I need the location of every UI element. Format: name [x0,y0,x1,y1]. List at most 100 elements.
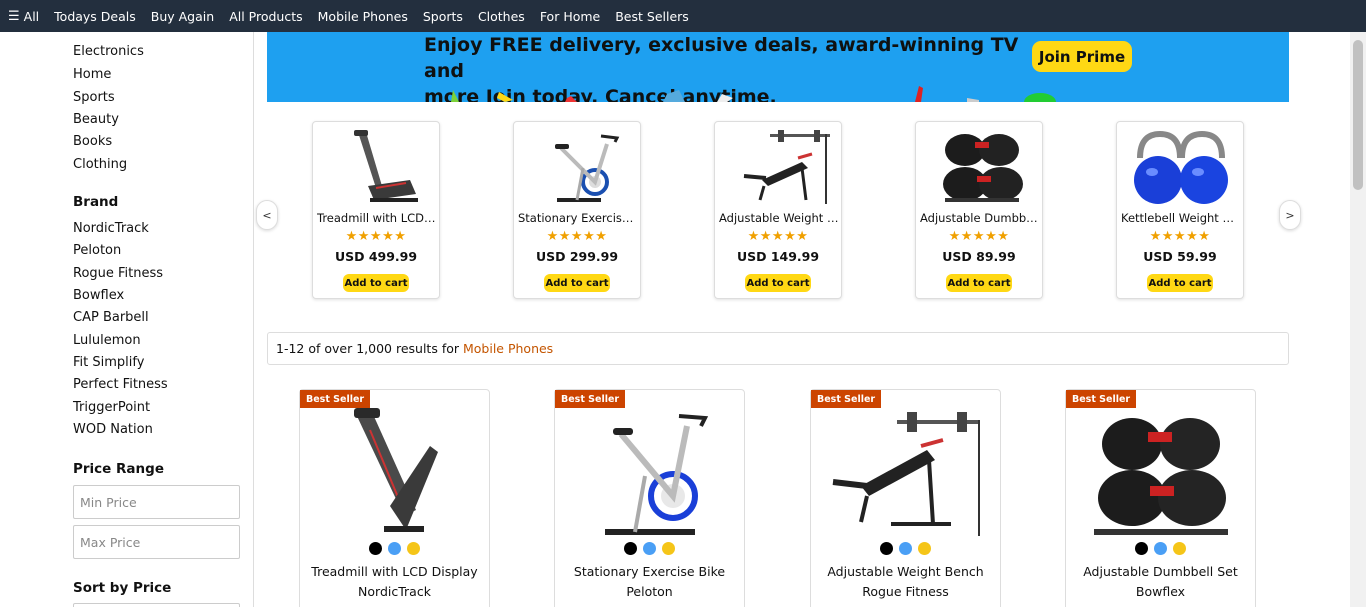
carousel-card[interactable]: Adjustable Dumbbell Set ★★★★★ USD 89.99 … [915,121,1043,299]
color-swatch-blue[interactable] [899,542,912,555]
color-swatch-yellow[interactable] [407,542,420,555]
nav-all-menu[interactable]: ☰ All [8,9,39,24]
carousel-card-price: USD 59.99 [1143,249,1217,264]
brand-nordictrack[interactable]: NordicTrack [73,221,149,236]
add-to-cart-button[interactable]: Add to cart [946,274,1012,292]
hamburger-icon: ☰ [8,8,20,24]
add-to-cart-button[interactable]: Add to cart [343,274,409,292]
carousel-card-title[interactable]: Kettlebell Weight Set [1121,211,1241,225]
treadmill-icon [354,408,438,532]
brand-perfect-fitness[interactable]: Perfect Fitness [73,377,168,392]
best-seller-badge: Best Seller [1066,390,1137,408]
color-swatches [555,542,744,555]
sort-by-price-select[interactable] [73,603,240,607]
nav-best-sellers[interactable]: Best Sellers [615,9,689,24]
product-card[interactable]: Best Seller Adjustable Dumbbell Set Bowf… [1065,389,1256,607]
carousel-next-button[interactable]: > [1279,200,1301,230]
exercise-bike-icon [555,134,620,202]
product-brand: Peloton [626,584,673,599]
prime-banner[interactable]: Enjoy FREE delivery, exclusive deals, aw… [267,32,1289,102]
carousel-card-title[interactable]: Stationary Exercise Bike [518,211,638,225]
carousel-card-title[interactable]: Treadmill with LCD Display [317,211,437,225]
star-rating-icon: ★★★★★ [747,229,809,244]
carousel-card-title[interactable]: Adjustable Dumbbell Set [920,211,1040,225]
product-brand: NordicTrack [358,584,431,599]
nav-clothes[interactable]: Clothes [478,9,525,24]
best-seller-badge: Best Seller [811,390,882,408]
brand-peloton[interactable]: Peloton [73,243,121,258]
nav-all-products[interactable]: All Products [229,9,302,24]
product-title[interactable]: Adjustable Weight Bench Rogue Fitness [811,562,1000,602]
product-brand: Rogue Fitness [862,584,949,599]
add-to-cart-button[interactable]: Add to cart [745,274,811,292]
category-home[interactable]: Home [73,67,111,82]
chevron-left-icon: < [262,208,272,222]
nav-for-home[interactable]: For Home [540,9,600,24]
color-swatch-blue[interactable] [1154,542,1167,555]
carousel-prev-button[interactable]: < [256,200,278,230]
carousel-card[interactable]: Adjustable Weight Bench ★★★★★ USD 149.99… [714,121,842,299]
star-rating-icon: ★★★★★ [345,229,407,244]
nav-buy-again[interactable]: Buy Again [151,9,214,24]
carousel-card[interactable]: Kettlebell Weight Set ★★★★★ USD 59.99 Ad… [1116,121,1244,299]
dumbbells-icon [1094,418,1228,535]
brand-wod-nation[interactable]: WOD Nation [73,422,153,437]
color-swatch-black[interactable] [1135,542,1148,555]
category-clothing[interactable]: Clothing [73,157,127,172]
add-to-cart-button[interactable]: Add to cart [1147,274,1213,292]
brand-bowflex[interactable]: Bowflex [73,288,124,303]
carousel-card[interactable]: Stationary Exercise Bike ★★★★★ USD 299.9… [513,121,641,299]
carousel-card-price: USD 89.99 [942,249,1016,264]
best-seller-badge: Best Seller [555,390,626,408]
top-navigation-bar: ☰ All Todays Deals Buy Again All Product… [0,0,1366,32]
star-rating-icon: ★★★★★ [1149,229,1211,244]
brand-fit-simplify[interactable]: Fit Simplify [73,355,144,370]
add-to-cart-button[interactable]: Add to cart [544,274,610,292]
color-swatch-yellow[interactable] [1173,542,1186,555]
results-query: Mobile Phones [462,341,554,356]
filter-sidebar: Electronics Home Sports Beauty Books Clo… [0,32,254,607]
product-title[interactable]: Treadmill with LCD Display NordicTrack [300,562,489,602]
color-swatch-black[interactable] [369,542,382,555]
treadmill-icon [354,130,418,202]
category-sports[interactable]: Sports [73,90,115,105]
color-swatch-yellow[interactable] [918,542,931,555]
carousel-card-price: USD 499.99 [334,249,418,264]
category-electronics[interactable]: Electronics [73,44,144,59]
carousel-card-title[interactable]: Adjustable Weight Bench [719,211,839,225]
results-count-text: 1-12 of over 1,000 results for [276,341,463,356]
nav-mobile-phones[interactable]: Mobile Phones [318,9,408,24]
nav-todays-deals[interactable]: Todays Deals [54,9,136,24]
brand-rogue-fitness[interactable]: Rogue Fitness [73,266,163,281]
max-price-input[interactable] [73,525,240,559]
price-range-heading: Price Range [73,461,164,477]
color-swatch-blue[interactable] [643,542,656,555]
product-name: Stationary Exercise Bike [573,564,726,579]
color-swatch-black[interactable] [624,542,637,555]
product-card[interactable]: Best Seller Adjustable Weight Bench Rogu… [810,389,1001,607]
page-scrollbar[interactable] [1350,32,1366,607]
product-card[interactable]: Best Seller Treadmill with LCD Display N… [299,389,490,607]
product-name: Adjustable Weight Bench [827,564,984,579]
product-brand: Bowflex [1135,584,1186,599]
color-swatch-yellow[interactable] [662,542,675,555]
nav-sports[interactable]: Sports [423,9,463,24]
carousel-card-price: USD 299.99 [535,249,619,264]
brand-lululemon[interactable]: Lululemon [73,333,141,348]
min-price-input[interactable] [73,485,240,519]
category-beauty[interactable]: Beauty [73,112,119,127]
brand-cap-barbell[interactable]: CAP Barbell [73,310,149,325]
product-title[interactable]: Adjustable Dumbbell Set Bowflex [1066,562,1255,602]
star-rating-icon: ★★★★★ [948,229,1010,244]
color-swatch-black[interactable] [880,542,893,555]
brand-triggerpoint[interactable]: TriggerPoint [73,400,150,415]
category-books[interactable]: Books [73,134,112,149]
main-content: Enjoy FREE delivery, exclusive deals, aw… [254,32,1350,607]
nav-all-label: All [23,8,40,24]
product-card[interactable]: Best Seller Stationary Exercise Bike Pel… [554,389,745,607]
color-swatch-blue[interactable] [388,542,401,555]
scrollbar-thumb[interactable] [1353,40,1363,190]
product-title[interactable]: Stationary Exercise Bike Peloton [555,562,744,602]
carousel-card[interactable]: Treadmill with LCD Display ★★★★★ USD 499… [312,121,440,299]
color-swatches [811,542,1000,555]
